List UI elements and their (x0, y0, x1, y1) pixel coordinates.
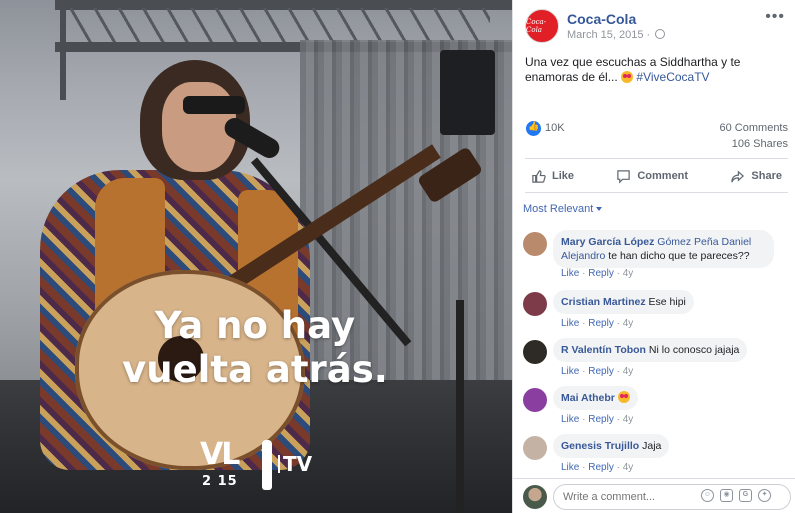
divider (525, 192, 788, 193)
gif-icon[interactable]: G (739, 489, 752, 502)
comment-item: Genesis Trujillo Jaja Like · Reply · 4y (523, 432, 793, 480)
vive-latino-year: 2 15 (202, 474, 238, 489)
sticker-icon[interactable]: ✦ (758, 489, 771, 502)
singer-sunglasses (183, 96, 245, 114)
globe-icon (655, 29, 666, 39)
comment-meta: Like · Reply · 4y (561, 366, 634, 377)
tv-logo: TV (278, 454, 312, 474)
comment-text: Ese hipi (645, 296, 686, 308)
comment-reply-link[interactable]: Reply (588, 318, 614, 329)
comment-reply-link[interactable]: Reply (588, 366, 614, 377)
share-arrow-icon (731, 169, 745, 182)
comment-time[interactable]: 4y (623, 414, 634, 425)
page-avatar-text: Coca-Cola (526, 18, 547, 34)
comment-author[interactable]: Mary García López (561, 236, 654, 248)
comment-label: Comment (637, 170, 689, 182)
divider (525, 158, 788, 159)
shares-count[interactable]: 106 Shares (732, 138, 788, 150)
comment-time[interactable]: 4y (623, 268, 634, 279)
post-date-text: March 15, 2015 · (567, 29, 651, 41)
comment-author[interactable]: Mai Athebr (561, 392, 615, 404)
vive-latino-logo: VL (200, 437, 240, 472)
comment-text: te han dicho que te pareces?? (605, 250, 750, 262)
commenter-avatar[interactable] (523, 232, 547, 256)
comment-like-link[interactable]: Like (561, 462, 579, 473)
commenter-avatar[interactable] (523, 340, 547, 364)
post-text: Una vez que escuchas a Siddhartha y te e… (525, 55, 787, 85)
composer-icons: ☺ ◉ G ✦ (701, 489, 771, 502)
comment-filter-dropdown[interactable]: Most Relevant (523, 203, 603, 215)
like-reaction-icon (526, 121, 541, 136)
thumbs-up-icon (532, 169, 546, 183)
post-sidebar: Coca-Cola Coca-Cola March 15, 2015 · •••… (512, 0, 795, 513)
comment-time[interactable]: 4y (623, 366, 634, 377)
like-button[interactable]: Like (525, 163, 580, 189)
chevron-down-icon (596, 207, 603, 211)
comment-item: Mai Athebr Like · Reply · 4y (523, 384, 793, 432)
share-button[interactable]: Share (724, 163, 788, 189)
comment-meta: Like · Reply · 4y (561, 268, 634, 279)
comment-button[interactable]: Comment (610, 163, 694, 189)
comment-item: Mary García López Gómez Peña Daniel Alej… (523, 228, 793, 288)
comment-text: Ni lo conosco jajaja (645, 344, 740, 356)
comment-filter-label: Most Relevant (523, 203, 594, 215)
post-header: Coca-Cola Coca-Cola March 15, 2015 · ••• (525, 8, 787, 44)
comment-bubble: Mary García López Gómez Peña Daniel Alej… (553, 230, 774, 268)
post-photo[interactable]: Ya no hay vuelta atrás. VL 2 15 TV (0, 0, 512, 513)
comment-reply-link[interactable]: Reply (588, 414, 614, 425)
photo-caption-overlay: Ya no hay vuelta atrás. (100, 304, 410, 392)
comment-meta: Like · Reply · 4y (561, 318, 634, 329)
comment-reply-link[interactable]: Reply (588, 268, 614, 279)
current-user-avatar[interactable] (523, 485, 547, 509)
comment-like-link[interactable]: Like (561, 318, 579, 329)
comment-meta: Like · Reply · 4y (561, 414, 634, 425)
comment-like-link[interactable]: Like (561, 268, 579, 279)
comment-composer: ☺ ◉ G ✦ (513, 478, 795, 513)
comment-bubble: Mai Athebr (553, 386, 638, 410)
comment-meta: Like · Reply · 4y (561, 462, 634, 473)
coke-bottle-logo (262, 440, 272, 490)
comments-count[interactable]: 60 Comments (720, 122, 788, 134)
speech-bubble-icon (617, 169, 631, 184)
comment-like-link[interactable]: Like (561, 414, 579, 425)
comment-time[interactable]: 4y (623, 462, 634, 473)
comment-reply-link[interactable]: Reply (588, 462, 614, 473)
like-label: Like (552, 170, 575, 182)
camera-icon[interactable]: ◉ (720, 489, 733, 502)
more-options-icon[interactable]: ••• (765, 8, 785, 26)
stage-speaker (440, 50, 495, 135)
commenter-avatar[interactable] (523, 436, 547, 460)
emoji-icon[interactable]: ☺ (701, 489, 714, 502)
comment-like-link[interactable]: Like (561, 366, 579, 377)
reaction-count[interactable]: 10K (545, 122, 565, 134)
comment-bubble: Cristian Martinez Ese hipi (553, 290, 694, 314)
comment-text: Jaja (639, 440, 662, 452)
stage-truss-post (60, 0, 66, 100)
post-stats: 10K 60 Comments 106 Shares (525, 118, 788, 154)
kissing-emoji-icon (617, 391, 630, 403)
comment-bubble: Genesis Trujillo Jaja (553, 434, 670, 458)
comment-author[interactable]: R Valentín Tobon (561, 344, 646, 356)
post-actions: Like Comment Share (525, 163, 788, 189)
comment-item: Cristian Martinez Ese hipi Like · Reply … (523, 288, 793, 336)
share-label: Share (751, 170, 782, 182)
heart-eyes-emoji-icon (621, 71, 634, 83)
comment-list: Mary García López Gómez Peña Daniel Alej… (523, 228, 793, 480)
hashtag-link[interactable]: #ViveCocaTV (636, 70, 709, 84)
post-timestamp[interactable]: March 15, 2015 · (567, 29, 666, 41)
comment-item: R Valentín Tobon Ni lo conosco jajaja Li… (523, 336, 793, 384)
overlay-line-1: Ya no hay (154, 304, 356, 347)
page-name-link[interactable]: Coca-Cola (567, 11, 636, 27)
overlay-line-2: vuelta atrás. (122, 348, 388, 391)
commenter-avatar[interactable] (523, 388, 547, 412)
page-avatar[interactable]: Coca-Cola (525, 9, 559, 43)
comment-author[interactable]: Cristian Martinez (561, 296, 646, 308)
comment-author[interactable]: Genesis Trujillo (561, 440, 639, 452)
mic-stand-pole (456, 300, 464, 513)
commenter-avatar[interactable] (523, 292, 547, 316)
comment-bubble: R Valentín Tobon Ni lo conosco jajaja (553, 338, 748, 362)
comment-time[interactable]: 4y (623, 318, 634, 329)
